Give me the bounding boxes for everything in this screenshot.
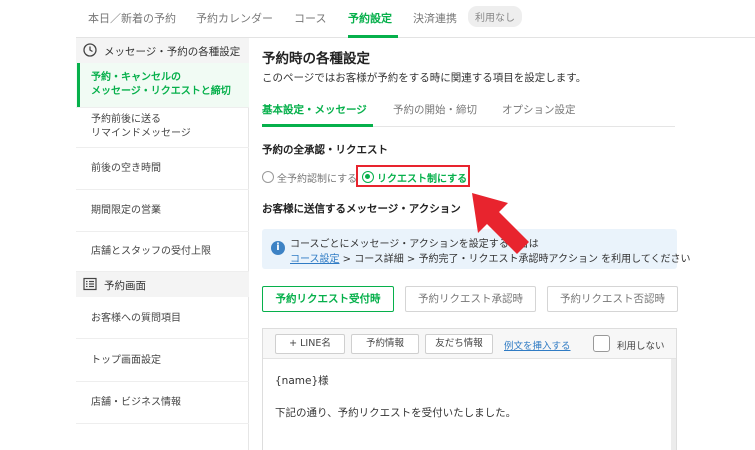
sidebar-item-label: メッセージ・リクエストと締切 bbox=[91, 86, 231, 97]
sidebar-item-capacity-limit[interactable]: 店舗とスタッフの受付上限 bbox=[76, 232, 249, 272]
sidebar-item-label: 店舗・ビジネス情報 bbox=[91, 397, 181, 408]
info-text-rest: > コース詳細 > 予約完了・リクエスト承認時アクション を利用してください bbox=[339, 254, 691, 265]
sidebar-item-label: 予約前後に送る bbox=[91, 114, 161, 125]
sidebar-item-label: お客様への質問項目 bbox=[91, 313, 181, 324]
tab-today-bookings[interactable]: 本日／新着の予約 bbox=[88, 10, 176, 26]
tab-request-approved[interactable]: 予約リクエスト承認時 bbox=[405, 286, 536, 312]
annotation-arrow-icon bbox=[472, 193, 529, 254]
tab-booking-settings[interactable]: 予約設定 bbox=[348, 10, 392, 26]
sidebar-item-label: 期間限定の営業 bbox=[91, 205, 161, 216]
radio-all-approve[interactable] bbox=[262, 171, 274, 183]
tab-payment-integration[interactable]: 決済連携 bbox=[413, 10, 457, 26]
approval-section-title: 予約の全承認・リクエスト bbox=[262, 144, 388, 156]
sidebar-item-booking-cancel-messages[interactable]: 予約・キャンセルの メッセージ・リクエストと締切 bbox=[76, 63, 249, 108]
tab-courses[interactable]: コース bbox=[294, 10, 326, 26]
sidebar-item-customer-questions[interactable]: お客様への質問項目 bbox=[76, 297, 249, 339]
tab-request-rejected[interactable]: 予約リクエスト否認時 bbox=[547, 286, 678, 312]
message-section-title: お客様に送信するメッセージ・アクション bbox=[262, 203, 461, 215]
subtab-options[interactable]: オプション設定 bbox=[502, 102, 576, 117]
unused-checkbox-label: 利用しない bbox=[617, 341, 665, 352]
sidebar: メッセージ・予約の各種設定 予約・キャンセルの メッセージ・リクエストと締切 予… bbox=[76, 38, 249, 450]
highlight-box bbox=[356, 165, 470, 187]
sidebar-item-label: 店舗とスタッフの受付上限 bbox=[91, 246, 211, 257]
info-icon: i bbox=[271, 241, 285, 255]
sidebar-section-label: メッセージ・予約の各種設定 bbox=[104, 46, 241, 58]
editor-line[interactable]: {name}様 bbox=[275, 373, 329, 388]
status-badge: 利用なし bbox=[468, 6, 522, 27]
subtab-start-deadline[interactable]: 予約の開始・締切 bbox=[393, 102, 477, 117]
sidebar-item-label: 予約・キャンセルの bbox=[91, 72, 181, 83]
unused-checkbox[interactable] bbox=[593, 335, 610, 352]
sidebar-section-label: 予約画面 bbox=[104, 280, 146, 292]
list-icon bbox=[83, 277, 97, 291]
sidebar-section-messages: メッセージ・予約の各種設定 bbox=[76, 38, 249, 63]
editor-toolbar: + LINE名 予約情報 友だち情報 例文を挿入する 利用しない bbox=[263, 329, 676, 359]
sidebar-item-top-screen[interactable]: トップ画面設定 bbox=[76, 339, 249, 382]
insert-line-name-button[interactable]: + LINE名 bbox=[275, 334, 345, 354]
radio-all-approve-label[interactable]: 全予約認制にする bbox=[277, 170, 357, 185]
clock-icon bbox=[83, 43, 97, 57]
editor-scrollbar[interactable] bbox=[671, 359, 676, 450]
page-description: このページではお客様が予約をする時に関連する項目を設定します。 bbox=[262, 72, 587, 84]
page-title: 予約時の各種設定 bbox=[262, 51, 370, 67]
sidebar-item-reminder[interactable]: 予約前後に送る リマインドメッセージ bbox=[76, 108, 249, 148]
top-navigation: 本日／新着の予約 予約カレンダー コース 予約設定 決済連携 利用なし bbox=[76, 0, 755, 38]
sidebar-item-store-info[interactable]: 店舗・ビジネス情報 bbox=[76, 382, 249, 424]
message-editor: + LINE名 予約情報 友だち情報 例文を挿入する 利用しない {name}様… bbox=[262, 328, 677, 450]
tab-request-received[interactable]: 予約リクエスト受付時 bbox=[262, 286, 394, 312]
insert-friend-info-button[interactable]: 友だち情報 bbox=[425, 334, 493, 354]
sidebar-item-label: トップ画面設定 bbox=[91, 355, 161, 366]
editor-line[interactable]: 下記の通り、予約リクエストを受付いたしました。 bbox=[275, 405, 516, 420]
active-subtab-indicator bbox=[262, 124, 373, 127]
sidebar-item-limited-business[interactable]: 期間限定の営業 bbox=[76, 190, 249, 232]
sidebar-item-label: リマインドメッセージ bbox=[91, 128, 191, 139]
insert-booking-info-button[interactable]: 予約情報 bbox=[351, 334, 419, 354]
subtab-basic-messages[interactable]: 基本設定・メッセージ bbox=[262, 102, 367, 117]
sidebar-item-label: 前後の空き時間 bbox=[91, 163, 161, 174]
sidebar-item-buffer-time[interactable]: 前後の空き時間 bbox=[76, 148, 249, 190]
course-settings-link[interactable]: コース設定 bbox=[290, 254, 340, 265]
insert-example-link[interactable]: 例文を挿入する bbox=[504, 338, 571, 352]
sidebar-section-booking-screen: 予約画面 bbox=[76, 272, 249, 297]
tab-booking-calendar[interactable]: 予約カレンダー bbox=[196, 10, 273, 26]
